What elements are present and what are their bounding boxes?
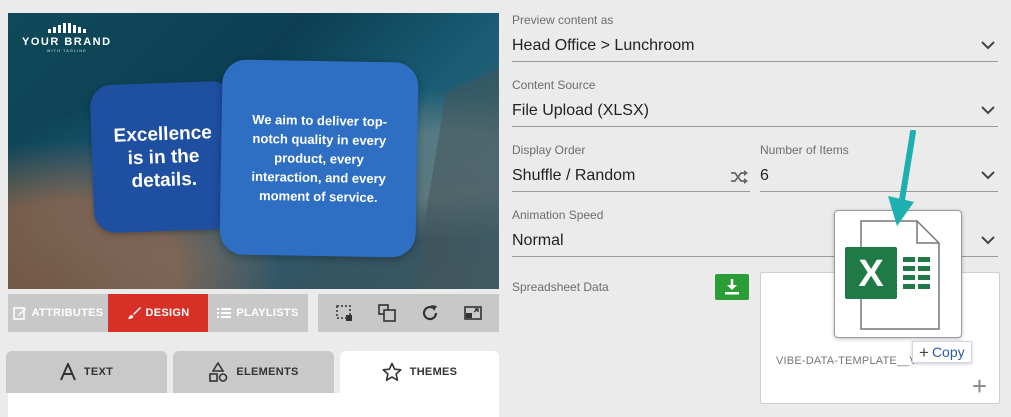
shapes-icon	[209, 362, 228, 382]
chevron-down-icon	[981, 41, 995, 50]
mode-bar: ATTRIBUTES DESIGN PLAYLISTS	[8, 294, 308, 332]
brand-tagline: WITH TAGLINE	[46, 48, 87, 53]
svg-text:X: X	[858, 253, 884, 295]
field-label: Number of Items	[760, 143, 849, 157]
refresh-icon	[423, 305, 438, 321]
refresh-button[interactable]	[417, 300, 443, 326]
mode-design[interactable]: DESIGN	[108, 294, 208, 332]
body-card[interactable]: We aim to deliver top-notch quality in e…	[219, 59, 419, 258]
slide-preview[interactable]: YOUR BRAND WITH TAGLINE Excellence is in…	[8, 13, 499, 289]
download-template-button[interactable]	[715, 274, 749, 300]
animation-speed-value: Normal	[512, 232, 564, 249]
spreadsheet-label: Spreadsheet Data	[512, 280, 609, 294]
body-text: We aim to deliver top-notch quality in e…	[251, 111, 388, 206]
chevron-down-icon	[981, 106, 995, 115]
spreadsheet-filename: VIBE-DATA-TEMPLATE__Vx	[776, 355, 918, 367]
crop-button[interactable]	[331, 300, 357, 326]
number-of-items-field[interactable]: Number of Items 6	[760, 143, 998, 193]
number-of-items-value: 6	[760, 167, 769, 184]
field-label: Content Source	[512, 78, 596, 92]
field-underline	[512, 191, 750, 192]
diagonal-accent	[416, 68, 499, 289]
crop-icon	[335, 305, 352, 321]
list-icon	[217, 308, 232, 318]
tab-elements[interactable]: ELEMENTS	[173, 351, 334, 393]
brush-icon	[127, 307, 141, 319]
layers-icon	[378, 304, 396, 322]
display-order-field[interactable]: Display Order Shuffle / Random	[512, 143, 750, 193]
layers-button[interactable]	[374, 300, 400, 326]
app-root: YOUR BRAND WITH TAGLINE Excellence is in…	[0, 0, 1011, 417]
shuffle-icon	[731, 170, 748, 184]
tab-label: THEMES	[409, 366, 458, 378]
resize-icon	[464, 306, 483, 320]
mode-label: ATTRIBUTES	[31, 307, 104, 319]
chevron-down-icon	[981, 171, 995, 180]
brand-logo-icon	[22, 23, 112, 33]
tab-themes[interactable]: THEMES	[340, 351, 499, 393]
mode-label: DESIGN	[145, 307, 190, 319]
mode-playlists[interactable]: PLAYLISTS	[208, 294, 308, 332]
tab-label: ELEMENTS	[236, 366, 299, 378]
panel-tabs: TEXT ELEMENTS THEMES	[6, 351, 499, 393]
edit-icon	[12, 307, 26, 320]
star-icon	[382, 362, 402, 382]
brand-logo: YOUR BRAND WITH TAGLINE	[22, 23, 112, 53]
field-label: Preview content as	[512, 13, 614, 27]
mode-label: PLAYLISTS	[236, 307, 299, 319]
copy-plus-icon: +	[919, 342, 929, 362]
field-underline	[512, 61, 998, 62]
headline-text: Excellence is in the details.	[113, 121, 213, 192]
field-underline	[760, 191, 998, 192]
add-file-icon[interactable]: +	[972, 373, 987, 399]
copy-tooltip: + Copy	[912, 341, 972, 363]
display-order-value: Shuffle / Random	[512, 167, 636, 184]
canvas-toolbar	[318, 294, 499, 332]
field-underline	[512, 126, 998, 127]
themes-panel	[8, 393, 499, 417]
content-source-field[interactable]: Content Source File Upload (XLSX)	[512, 78, 998, 128]
brand-name: YOUR BRAND	[22, 36, 112, 48]
excel-file-icon: X	[845, 220, 940, 330]
chevron-down-icon	[981, 236, 995, 245]
resize-button[interactable]	[460, 300, 486, 326]
tab-text[interactable]: TEXT	[6, 351, 167, 393]
field-label: Display Order	[512, 143, 586, 157]
content-source-value: File Upload (XLSX)	[512, 102, 649, 119]
preview-as-field[interactable]: Preview content as Head Office > Lunchro…	[512, 13, 998, 63]
drag-arrow-icon	[888, 130, 916, 226]
headline-card[interactable]: Excellence is in the details.	[89, 80, 238, 234]
download-icon	[725, 279, 739, 295]
copy-label: Copy	[931, 344, 965, 360]
tab-label: TEXT	[83, 366, 114, 378]
preview-as-value: Head Office > Lunchroom	[512, 37, 695, 54]
text-icon	[59, 363, 76, 381]
mode-attributes[interactable]: ATTRIBUTES	[8, 294, 108, 332]
